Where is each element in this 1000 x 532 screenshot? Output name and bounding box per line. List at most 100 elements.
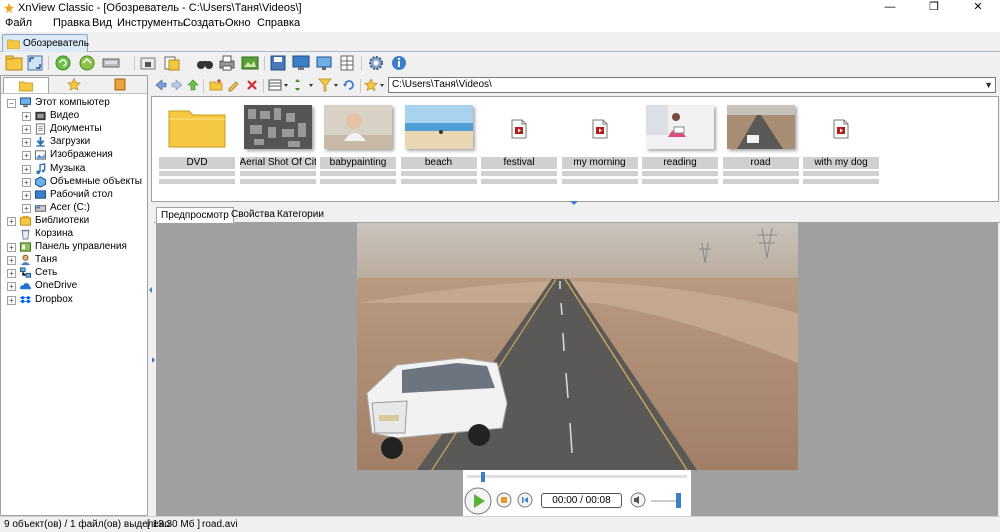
expand-icon[interactable]: +: [22, 125, 31, 135]
view-mode-icon[interactable]: [268, 78, 290, 92]
expand-icon[interactable]: +: [22, 151, 31, 161]
network-icon: [19, 267, 32, 278]
tab-favorites[interactable]: [51, 77, 97, 93]
forward-arrow-icon[interactable]: [171, 79, 183, 91]
binoculars-icon[interactable]: [195, 53, 215, 73]
folder-icon: [163, 105, 231, 149]
print-icon[interactable]: [217, 53, 237, 73]
stop-button[interactable]: [496, 492, 512, 508]
up-folder-icon[interactable]: [187, 79, 199, 91]
thumbnail-image: [324, 105, 392, 149]
refresh-browser-icon[interactable]: [342, 78, 356, 92]
thumbnail-item[interactable]: DVD: [159, 101, 235, 184]
address-bar[interactable]: C:\Users\Таня\Videos\ ▼: [388, 77, 996, 93]
expand-icon[interactable]: +: [22, 203, 31, 213]
seek-bar[interactable]: [467, 475, 687, 478]
tab-preview[interactable]: Предпросмотр: [156, 207, 234, 223]
close-button[interactable]: ✕: [956, 0, 1000, 16]
browser-icon[interactable]: [4, 53, 24, 73]
collapse-icon[interactable]: −: [7, 99, 16, 108]
status-filename: road.avi: [202, 519, 238, 530]
save-icon[interactable]: [268, 53, 288, 73]
expand-icon[interactable]: +: [7, 216, 16, 226]
menu-file[interactable]: Файл: [5, 17, 32, 29]
expand-icon[interactable]: +: [7, 295, 16, 305]
tree-item-label: Документы: [50, 123, 102, 135]
favorites-star-icon[interactable]: [364, 78, 386, 92]
filter-icon[interactable]: [318, 78, 340, 92]
settings-gear-icon[interactable]: [366, 53, 386, 73]
wallpaper-icon[interactable]: [291, 53, 311, 73]
play-button[interactable]: [463, 486, 493, 516]
rename-icon[interactable]: [227, 78, 241, 92]
slideshow-icon[interactable]: [240, 53, 260, 73]
tab-categories[interactable]: [97, 77, 143, 93]
menu-edit[interactable]: Правка: [53, 17, 90, 29]
refresh-icon[interactable]: [53, 53, 73, 73]
tree-item-label: Изображения: [50, 149, 113, 161]
expand-icon[interactable]: +: [7, 282, 16, 292]
sort-icon[interactable]: [293, 78, 315, 92]
thumbnail-info-bar: [561, 179, 638, 184]
thumbnail-info-bar: [159, 171, 235, 176]
tab-browser[interactable]: Обозреватель: [2, 34, 89, 53]
tab-properties[interactable]: Свойства: [227, 207, 279, 223]
tab-categories-preview[interactable]: Категории: [273, 207, 328, 223]
copy-to-icon[interactable]: [162, 53, 182, 73]
thumbnail-item[interactable]: reading: [642, 101, 718, 184]
preview-tabs: Предпросмотр Свойства Категории: [154, 207, 1000, 223]
tab-folders[interactable]: [3, 77, 49, 93]
thumbnail-label: babypainting: [320, 157, 396, 169]
info-icon[interactable]: [389, 53, 409, 73]
expand-icon[interactable]: +: [22, 138, 31, 148]
minimize-button[interactable]: —: [868, 0, 912, 16]
seek-thumb[interactable]: [481, 472, 485, 482]
expand-icon[interactable]: +: [22, 177, 31, 187]
left-splitter-handle[interactable]: [148, 280, 154, 300]
thumbnail-info-bar: [481, 179, 557, 184]
menu-window[interactable]: Окно: [225, 17, 251, 29]
back-arrow-icon[interactable]: [155, 79, 167, 91]
tree-item-label: Dropbox: [35, 293, 73, 305]
thumbnail-item[interactable]: with my dog: [803, 101, 879, 184]
thumbs-splitter-handle[interactable]: [567, 200, 581, 207]
restore-button[interactable]: ❐: [912, 0, 956, 16]
thumbnail-item[interactable]: Aerial Shot Of City: [239, 101, 316, 184]
new-folder-icon[interactable]: [209, 78, 223, 92]
thumbnail-label: festival: [481, 157, 557, 169]
thumbnail-info-bar: [642, 179, 718, 184]
menu-view[interactable]: Вид: [92, 17, 112, 29]
fullscreen-icon[interactable]: [25, 53, 45, 73]
menu-create[interactable]: Создать: [183, 17, 225, 29]
documents-folder-icon: [35, 123, 46, 135]
thumbnail-item[interactable]: my morning: [561, 101, 638, 184]
expand-icon[interactable]: +: [7, 256, 16, 266]
expand-icon[interactable]: +: [7, 269, 16, 279]
sync-icon[interactable]: [77, 53, 97, 73]
expand-icon[interactable]: +: [7, 243, 16, 253]
thumbnail-info-bar: [803, 179, 879, 184]
scan-icon[interactable]: [101, 53, 121, 73]
thumbnail-item[interactable]: beach: [400, 101, 477, 184]
rewind-button[interactable]: [517, 492, 533, 508]
expand-icon[interactable]: +: [22, 164, 31, 174]
monitor-icon[interactable]: [314, 53, 334, 73]
thumbnail-label: my morning: [561, 157, 638, 169]
expand-icon[interactable]: +: [22, 112, 31, 122]
grid-icon[interactable]: [337, 53, 357, 73]
thumbnail-item[interactable]: festival: [481, 101, 557, 184]
thumbnail-item[interactable]: road: [722, 101, 799, 184]
volume-icon[interactable]: [630, 492, 646, 508]
delete-icon[interactable]: [245, 78, 259, 92]
folder-lock-icon[interactable]: [138, 53, 158, 73]
menu-help[interactable]: Справка: [257, 17, 300, 29]
category-icon: [114, 78, 126, 91]
expand-icon[interactable]: +: [22, 190, 31, 200]
volume-slider-thumb[interactable]: [676, 493, 681, 508]
chevron-down-icon[interactable]: ▼: [984, 78, 993, 92]
menu-tools[interactable]: Инструменты: [117, 17, 186, 29]
thumbnail-item[interactable]: babypainting: [320, 101, 396, 184]
thumbnail-image: [726, 105, 795, 149]
tree-item-label: Видео: [50, 110, 80, 122]
status-bar: 9 объект(ов) / 1 файл(ов) выделено [ 13.…: [0, 516, 1000, 532]
